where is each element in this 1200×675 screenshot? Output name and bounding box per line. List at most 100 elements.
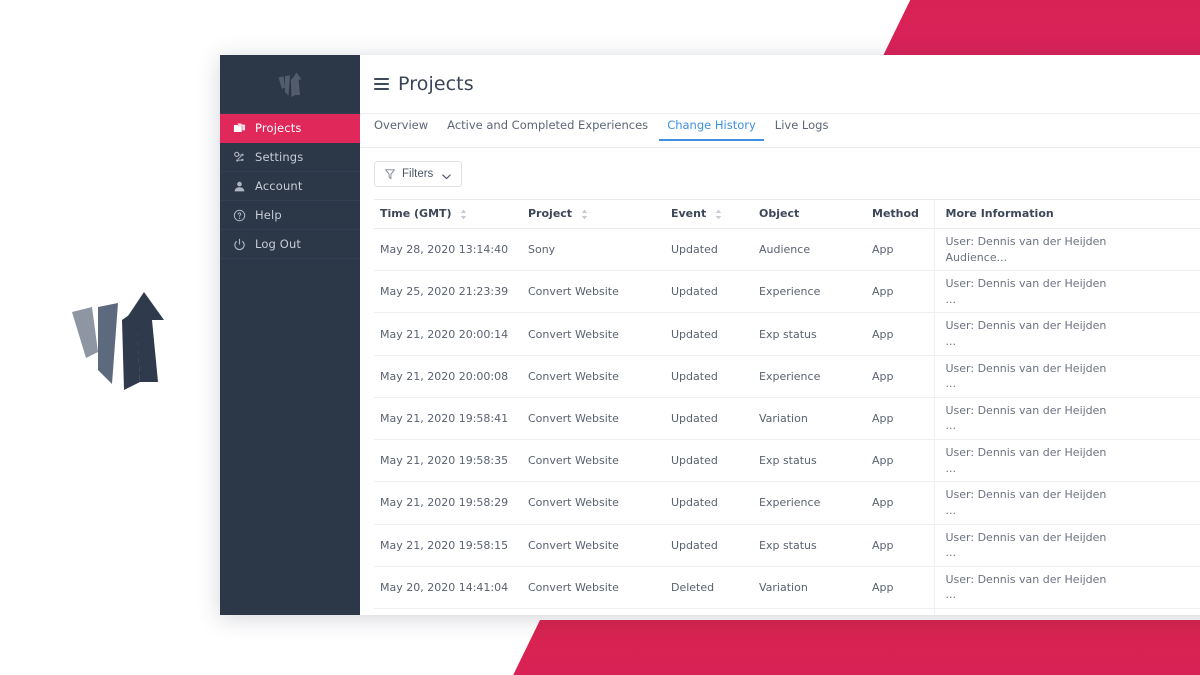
cell-time: May 21, 2020 20:00:14 — [374, 312, 522, 356]
cell-more-information: User: Dennis van der Heijden... — [933, 270, 1200, 314]
cell-project: Convert Website — [522, 481, 665, 525]
cell-project: Convert Website — [522, 608, 665, 615]
cell-method: App — [866, 397, 934, 441]
sort-icon[interactable] — [581, 209, 588, 220]
more-info-line-2: ... — [945, 546, 957, 560]
cell-method: App — [866, 312, 934, 356]
cell-object: Exp status — [753, 439, 866, 483]
tab-active-and-completed-experiences[interactable]: Active and Completed Experiences — [439, 116, 656, 140]
cell-project: Convert Website — [522, 524, 665, 567]
cell-more-information: User: Dennis van der Heijden... — [933, 397, 1200, 441]
table-row[interactable]: May 21, 2020 20:00:08 Convert Website Upda… — [374, 355, 1200, 398]
column-header-time[interactable]: Time (GMT) — [374, 199, 522, 229]
more-info-line-1: User: Dennis van der Heijden — [945, 488, 1107, 502]
tab-overview[interactable]: Overview — [374, 116, 436, 140]
more-info-line-1: User: Dennis van der Heijden — [945, 277, 1107, 291]
cell-project: Convert Website — [522, 566, 665, 609]
sidebar-empty-space — [220, 259, 360, 615]
cell-method: App — [866, 355, 934, 398]
sidebar: Projects Settings Account Help Log Out — [220, 55, 360, 615]
table-row[interactable]: May 21, 2020 19:58:29 Convert Website Upda… — [374, 481, 1200, 525]
sort-icon[interactable] — [460, 209, 467, 220]
more-info-line-2: ... — [945, 419, 957, 433]
table-row[interactable]: May 21, 2020 19:58:15 Convert Website Upda… — [374, 524, 1200, 567]
cell-method: App — [866, 608, 934, 615]
question-icon — [233, 209, 246, 222]
cell-time: May 20, 2020 14:41:04 — [374, 566, 522, 609]
cell-more-information: User: Dennis van der Heijden... — [933, 312, 1200, 356]
table-row[interactable]: May 21, 2020 19:58:35 Convert Website Upda… — [374, 439, 1200, 483]
column-header-method: Method — [866, 199, 934, 229]
cell-project: Convert Website — [522, 397, 665, 441]
sidebar-header — [220, 55, 360, 114]
more-info-line-2: ... — [945, 335, 957, 349]
table-row[interactable]: May 21, 2020 19:58:41 Convert Website Upda… — [374, 397, 1200, 441]
sidebar-item-account[interactable]: Account — [220, 172, 360, 201]
user-icon — [233, 180, 246, 193]
tab-live-logs[interactable]: Live Logs — [767, 116, 837, 140]
sidebar-item-settings[interactable]: Settings — [220, 143, 360, 172]
table-header: Time (GMT) Project Event Object Method M… — [374, 199, 1200, 229]
cell-more-information: User: Dennis van der Heijden... — [933, 439, 1200, 483]
more-info-line-1: User: Dennis van der Heijden — [945, 403, 1107, 417]
funnel-icon — [385, 168, 395, 180]
cell-event: Deleted — [665, 608, 753, 615]
main-content: Projects Overview Active and Completed E… — [360, 55, 1200, 615]
cell-time: May 21, 2020 19:58:15 — [374, 524, 522, 567]
more-info-line-2: ... — [945, 588, 957, 602]
change-history-table-container: Time (GMT) Project Event Object Method M… — [360, 199, 1200, 615]
column-header-event[interactable]: Event — [665, 199, 753, 229]
table-row[interactable]: May 28, 2020 13:14:40 Sony Updated Audience… — [374, 228, 1200, 272]
table-body: May 28, 2020 13:14:40 Sony Updated Audience… — [374, 228, 1200, 615]
more-info-line-2: Audience... — [945, 250, 1008, 264]
more-info-line-2: ... — [945, 292, 957, 306]
cell-object: Variation — [753, 566, 866, 609]
cell-project: Convert Website — [522, 312, 665, 356]
cell-more-information: User: Dennis van der Heijden... — [933, 355, 1200, 398]
cell-more-information: User: Dennis van der Heijden... — [933, 566, 1200, 609]
sidebar-item-projects[interactable]: Projects — [220, 114, 360, 143]
hamburger-icon[interactable] — [374, 78, 389, 90]
cell-object: Experience — [753, 270, 866, 314]
column-header-object: Object — [753, 199, 866, 229]
cell-method: App — [866, 481, 934, 525]
cell-time: May 21, 2020 19:58:41 — [374, 397, 522, 441]
column-label: Object — [759, 207, 800, 220]
app-window: Projects Settings Account Help Log Out P… — [220, 55, 1200, 615]
table-row[interactable]: May 25, 2020 21:23:39 Convert Website Upda… — [374, 270, 1200, 314]
column-header-project[interactable]: Project — [522, 199, 665, 229]
sidebar-item-label: Projects — [255, 121, 302, 135]
cell-object: Exp status — [753, 312, 866, 356]
sidebar-item-help[interactable]: Help — [220, 201, 360, 230]
convert-logo-icon — [277, 71, 303, 97]
cell-more-information: User: Dennis van der Heijden... — [933, 481, 1200, 525]
cell-time: May 28, 2020 13:14:40 — [374, 228, 522, 272]
cell-project: Convert Website — [522, 355, 665, 398]
cell-object: Exp status — [753, 524, 866, 567]
cell-more-information: User: Dennis van der HeijdenStock... — [933, 608, 1200, 615]
cell-method: App — [866, 270, 934, 314]
folders-icon — [233, 122, 246, 135]
cell-method: App — [866, 439, 934, 483]
table-row[interactable]: May 20, 2020 14:41:04Convert WebsiteDele… — [374, 566, 1200, 609]
settings-icon — [233, 151, 246, 164]
cell-method: App — [866, 566, 934, 609]
cell-event: Updated — [665, 481, 753, 525]
cell-event: Updated — [665, 524, 753, 567]
column-label: Time (GMT) — [380, 207, 452, 220]
more-info-line-1: User: Dennis van der Heijden — [945, 572, 1107, 586]
change-history-table: Time (GMT) Project Event Object Method M… — [374, 199, 1200, 615]
sort-icon[interactable] — [715, 209, 722, 220]
column-header-more-information: More Information — [933, 199, 1200, 229]
cell-project: Sony — [522, 228, 665, 272]
table-row[interactable]: May 21, 2020 20:00:14 Convert Website Upda… — [374, 312, 1200, 356]
table-row[interactable]: May 20, 2020 14:41:04Convert WebsiteDele… — [374, 608, 1200, 615]
decorative-band-bottom-right — [493, 620, 1200, 675]
sidebar-item-log-out[interactable]: Log Out — [220, 230, 360, 259]
cell-object: Audience — [753, 228, 866, 272]
cell-event: Updated — [665, 270, 753, 314]
filters-button[interactable]: Filters — [374, 161, 463, 187]
tab-change-history[interactable]: Change History — [659, 116, 764, 141]
cell-event: Updated — [665, 312, 753, 356]
sidebar-item-label: Account — [255, 179, 303, 193]
